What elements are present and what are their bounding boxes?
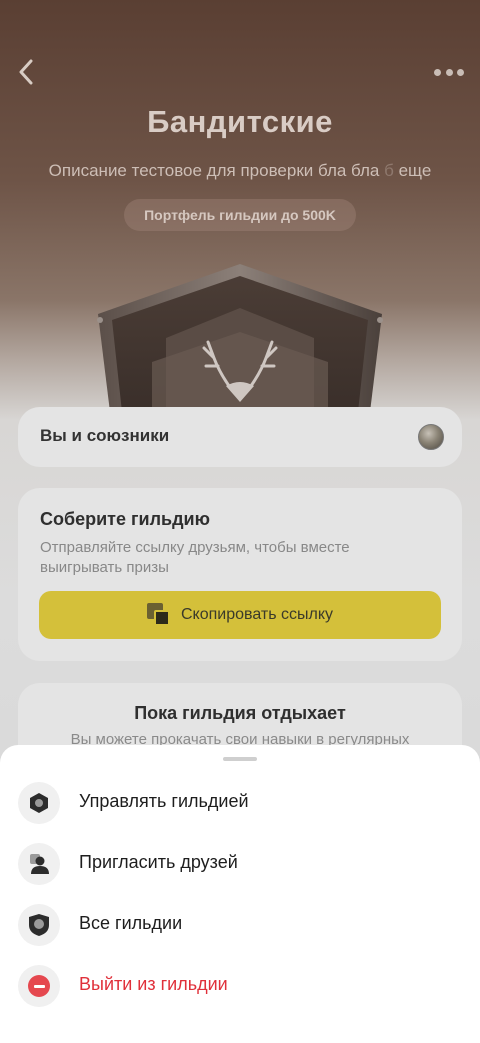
avatar — [418, 424, 444, 450]
chevron-left-icon — [19, 59, 33, 85]
copy-link-label: Скопировать ссылку — [180, 606, 334, 623]
sheet-grabber[interactable] — [223, 757, 257, 761]
allies-card[interactable]: Вы и союзники — [18, 407, 462, 467]
manage-guild-label: Управлять гильдией — [79, 791, 249, 811]
gather-title: Соберите гильдию — [40, 509, 210, 529]
copy-icon — [146, 603, 171, 627]
invite-friends-item[interactable]: Пригласить друзей — [0, 835, 480, 891]
guild-description: Описание тестовое для проверки бла бла б… — [48, 161, 432, 180]
minus-circle-icon — [18, 965, 60, 1007]
gather-guild-card: Соберите гильдию Отправляйте ссылку друз… — [18, 488, 462, 661]
copy-link-button[interactable]: Скопировать ссылку — [39, 591, 441, 639]
invite-friends-label: Пригласить друзей — [79, 852, 238, 872]
guild-screen: Бандитские Описание тестовое для проверк… — [0, 0, 480, 1043]
guild-shield-emblem — [97, 264, 383, 412]
more-button[interactable] — [434, 62, 464, 82]
person-icon — [18, 843, 60, 885]
hexagon-settings-icon — [18, 782, 60, 824]
gather-text: Отправляйте ссылку друзьям, чтобы вместе… — [40, 539, 350, 576]
action-sheet: Управлять гильдией Пригласить друзей Все… — [0, 745, 480, 1043]
manage-guild-item[interactable]: Управлять гильдией — [0, 774, 480, 830]
back-button[interactable] — [12, 56, 40, 88]
allies-label: Вы и союзники — [40, 426, 170, 445]
resting-title: Пока гильдия отдыхает — [134, 703, 346, 723]
guild-title: Бандитские — [147, 104, 333, 139]
portfolio-badge: Портфель гильдии до 500K — [124, 199, 356, 231]
all-guilds-item[interactable]: Все гильдии — [0, 896, 480, 952]
more-dots-icon — [434, 68, 441, 76]
leave-guild-item[interactable]: Выйти из гильдии — [0, 957, 480, 1013]
all-guilds-label: Все гильдии — [79, 913, 183, 933]
shield-icon — [18, 904, 60, 946]
leave-guild-label: Выйти из гильдии — [79, 974, 228, 994]
